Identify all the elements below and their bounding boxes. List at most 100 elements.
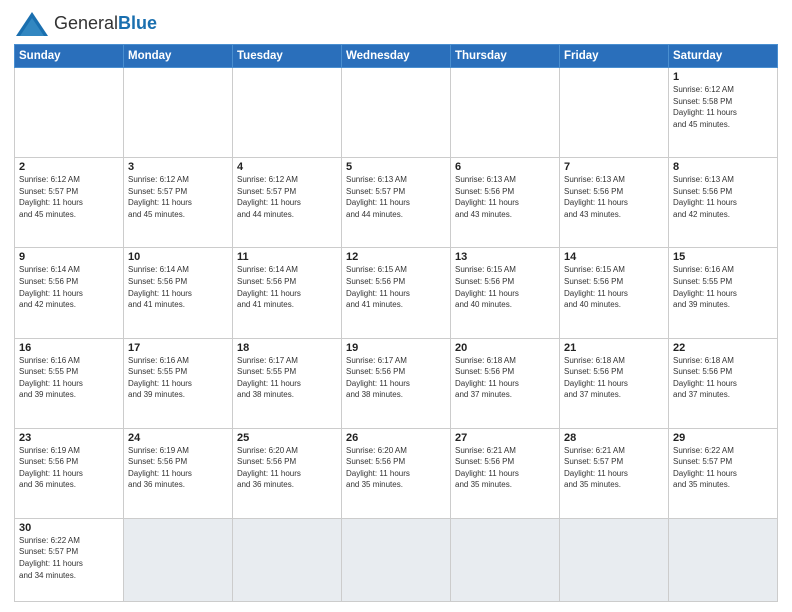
page: GeneralBlue SundayMondayTuesdayWednesday… — [0, 0, 792, 612]
calendar-cell: 9Sunrise: 6:14 AM Sunset: 5:56 PM Daylig… — [15, 248, 124, 338]
calendar-cell: 24Sunrise: 6:19 AM Sunset: 5:56 PM Dayli… — [124, 428, 233, 518]
day-info: Sunrise: 6:20 AM Sunset: 5:56 PM Dayligh… — [237, 445, 337, 491]
calendar-cell: 22Sunrise: 6:18 AM Sunset: 5:56 PM Dayli… — [669, 338, 778, 428]
calendar-week-row: 30Sunrise: 6:22 AM Sunset: 5:57 PM Dayli… — [15, 518, 778, 601]
day-info: Sunrise: 6:13 AM Sunset: 5:57 PM Dayligh… — [346, 174, 446, 220]
calendar-cell: 7Sunrise: 6:13 AM Sunset: 5:56 PM Daylig… — [560, 158, 669, 248]
day-info: Sunrise: 6:16 AM Sunset: 5:55 PM Dayligh… — [128, 355, 228, 401]
calendar-cell — [669, 518, 778, 601]
day-info: Sunrise: 6:14 AM Sunset: 5:56 PM Dayligh… — [237, 264, 337, 310]
calendar-cell: 3Sunrise: 6:12 AM Sunset: 5:57 PM Daylig… — [124, 158, 233, 248]
calendar-cell: 1Sunrise: 6:12 AM Sunset: 5:58 PM Daylig… — [669, 68, 778, 158]
weekday-header: Sunday — [15, 45, 124, 68]
day-info: Sunrise: 6:16 AM Sunset: 5:55 PM Dayligh… — [673, 264, 773, 310]
day-number: 1 — [673, 71, 773, 83]
logo: GeneralBlue — [14, 10, 157, 38]
day-number: 13 — [455, 251, 555, 263]
day-info: Sunrise: 6:22 AM Sunset: 5:57 PM Dayligh… — [19, 535, 119, 581]
calendar-cell: 20Sunrise: 6:18 AM Sunset: 5:56 PM Dayli… — [451, 338, 560, 428]
calendar-week-row: 1Sunrise: 6:12 AM Sunset: 5:58 PM Daylig… — [15, 68, 778, 158]
day-number: 16 — [19, 342, 119, 354]
calendar-cell — [15, 68, 124, 158]
logo-icon — [14, 10, 50, 38]
day-info: Sunrise: 6:13 AM Sunset: 5:56 PM Dayligh… — [564, 174, 664, 220]
day-info: Sunrise: 6:13 AM Sunset: 5:56 PM Dayligh… — [673, 174, 773, 220]
weekday-row: SundayMondayTuesdayWednesdayThursdayFrid… — [15, 45, 778, 68]
day-info: Sunrise: 6:17 AM Sunset: 5:56 PM Dayligh… — [346, 355, 446, 401]
day-info: Sunrise: 6:13 AM Sunset: 5:56 PM Dayligh… — [455, 174, 555, 220]
day-number: 24 — [128, 432, 228, 444]
day-number: 9 — [19, 251, 119, 263]
day-number: 29 — [673, 432, 773, 444]
weekday-header: Friday — [560, 45, 669, 68]
calendar-cell: 14Sunrise: 6:15 AM Sunset: 5:56 PM Dayli… — [560, 248, 669, 338]
header: GeneralBlue — [14, 10, 778, 38]
day-number: 28 — [564, 432, 664, 444]
calendar-cell — [233, 68, 342, 158]
day-info: Sunrise: 6:17 AM Sunset: 5:55 PM Dayligh… — [237, 355, 337, 401]
calendar-week-row: 9 Sunrise: 6:14 AM Sunset: 5:56 PM Daylig… — [15, 248, 778, 338]
calendar-cell — [124, 518, 233, 601]
day-number: 20 — [455, 342, 555, 354]
calendar-cell — [560, 68, 669, 158]
day-number: 30 — [19, 522, 119, 534]
weekday-header: Tuesday — [233, 45, 342, 68]
day-info: Sunrise: 6:12 AM Sunset: 5:58 PM Dayligh… — [673, 84, 773, 130]
weekday-header: Monday — [124, 45, 233, 68]
day-info: Sunrise: 6:22 AM Sunset: 5:57 PM Dayligh… — [673, 445, 773, 491]
day-number: 18 — [237, 342, 337, 354]
calendar-cell — [560, 518, 669, 601]
weekday-header: Saturday — [669, 45, 778, 68]
calendar-cell — [451, 68, 560, 158]
calendar-week-row: 16Sunrise: 6:16 AM Sunset: 5:55 PM Dayli… — [15, 338, 778, 428]
day-number: 6 — [455, 161, 555, 173]
day-info: Sunrise: 6:15 AM Sunset: 5:56 PM Dayligh… — [564, 264, 664, 310]
day-info: Sunrise: 6:18 AM Sunset: 5:56 PM Dayligh… — [564, 355, 664, 401]
day-number: 21 — [564, 342, 664, 354]
day-info: Sunrise: 6:21 AM Sunset: 5:56 PM Dayligh… — [455, 445, 555, 491]
calendar-cell: 17Sunrise: 6:16 AM Sunset: 5:55 PM Dayli… — [124, 338, 233, 428]
day-number: 2 — [19, 161, 119, 173]
day-info: Sunrise: 6:19 AM Sunset: 5:56 PM Dayligh… — [19, 445, 119, 491]
calendar-cell: 29Sunrise: 6:22 AM Sunset: 5:57 PM Dayli… — [669, 428, 778, 518]
day-number: 3 — [128, 161, 228, 173]
day-info: Sunrise: 6:20 AM Sunset: 5:56 PM Dayligh… — [346, 445, 446, 491]
calendar-header: SundayMondayTuesdayWednesdayThursdayFrid… — [15, 45, 778, 68]
calendar-cell: 23Sunrise: 6:19 AM Sunset: 5:56 PM Dayli… — [15, 428, 124, 518]
calendar-cell: 19Sunrise: 6:17 AM Sunset: 5:56 PM Dayli… — [342, 338, 451, 428]
day-number: 11 — [237, 251, 337, 263]
day-info: Sunrise: 6:16 AM Sunset: 5:55 PM Dayligh… — [19, 355, 119, 401]
calendar-cell: 5Sunrise: 6:13 AM Sunset: 5:57 PM Daylig… — [342, 158, 451, 248]
day-number: 12 — [346, 251, 446, 263]
calendar-cell: 15Sunrise: 6:16 AM Sunset: 5:55 PM Dayli… — [669, 248, 778, 338]
day-info: Sunrise: 6:12 AM Sunset: 5:57 PM Dayligh… — [237, 174, 337, 220]
day-info: Sunrise: 6:12 AM Sunset: 5:57 PM Dayligh… — [19, 174, 119, 220]
weekday-header: Wednesday — [342, 45, 451, 68]
weekday-header: Thursday — [451, 45, 560, 68]
calendar-cell: 18Sunrise: 6:17 AM Sunset: 5:55 PM Dayli… — [233, 338, 342, 428]
day-number: 5 — [346, 161, 446, 173]
calendar-cell: 25Sunrise: 6:20 AM Sunset: 5:56 PM Dayli… — [233, 428, 342, 518]
calendar-cell — [342, 518, 451, 601]
day-number: 25 — [237, 432, 337, 444]
calendar-week-row: 2Sunrise: 6:12 AM Sunset: 5:57 PM Daylig… — [15, 158, 778, 248]
day-number: 26 — [346, 432, 446, 444]
day-info: Sunrise: 6:15 AM Sunset: 5:56 PM Dayligh… — [455, 264, 555, 310]
calendar-cell: 12Sunrise: 6:15 AM Sunset: 5:56 PM Dayli… — [342, 248, 451, 338]
calendar-cell: 2Sunrise: 6:12 AM Sunset: 5:57 PM Daylig… — [15, 158, 124, 248]
day-number: 14 — [564, 251, 664, 263]
day-info: Sunrise: 6:18 AM Sunset: 5:56 PM Dayligh… — [455, 355, 555, 401]
calendar-cell: 11Sunrise: 6:14 AM Sunset: 5:56 PM Dayli… — [233, 248, 342, 338]
calendar-cell: 16Sunrise: 6:16 AM Sunset: 5:55 PM Dayli… — [15, 338, 124, 428]
day-info: Sunrise: 6:19 AM Sunset: 5:56 PM Dayligh… — [128, 445, 228, 491]
calendar-cell: 27Sunrise: 6:21 AM Sunset: 5:56 PM Dayli… — [451, 428, 560, 518]
day-number: 22 — [673, 342, 773, 354]
calendar-cell — [451, 518, 560, 601]
day-number: 10 — [128, 251, 228, 263]
calendar-cell: 13Sunrise: 6:15 AM Sunset: 5:56 PM Dayli… — [451, 248, 560, 338]
calendar-cell: 30Sunrise: 6:22 AM Sunset: 5:57 PM Dayli… — [15, 518, 124, 601]
day-info: Sunrise: 6:12 AM Sunset: 5:57 PM Dayligh… — [128, 174, 228, 220]
calendar-cell: 8Sunrise: 6:13 AM Sunset: 5:56 PM Daylig… — [669, 158, 778, 248]
day-info: Sunrise: 6:21 AM Sunset: 5:57 PM Dayligh… — [564, 445, 664, 491]
calendar-cell — [124, 68, 233, 158]
